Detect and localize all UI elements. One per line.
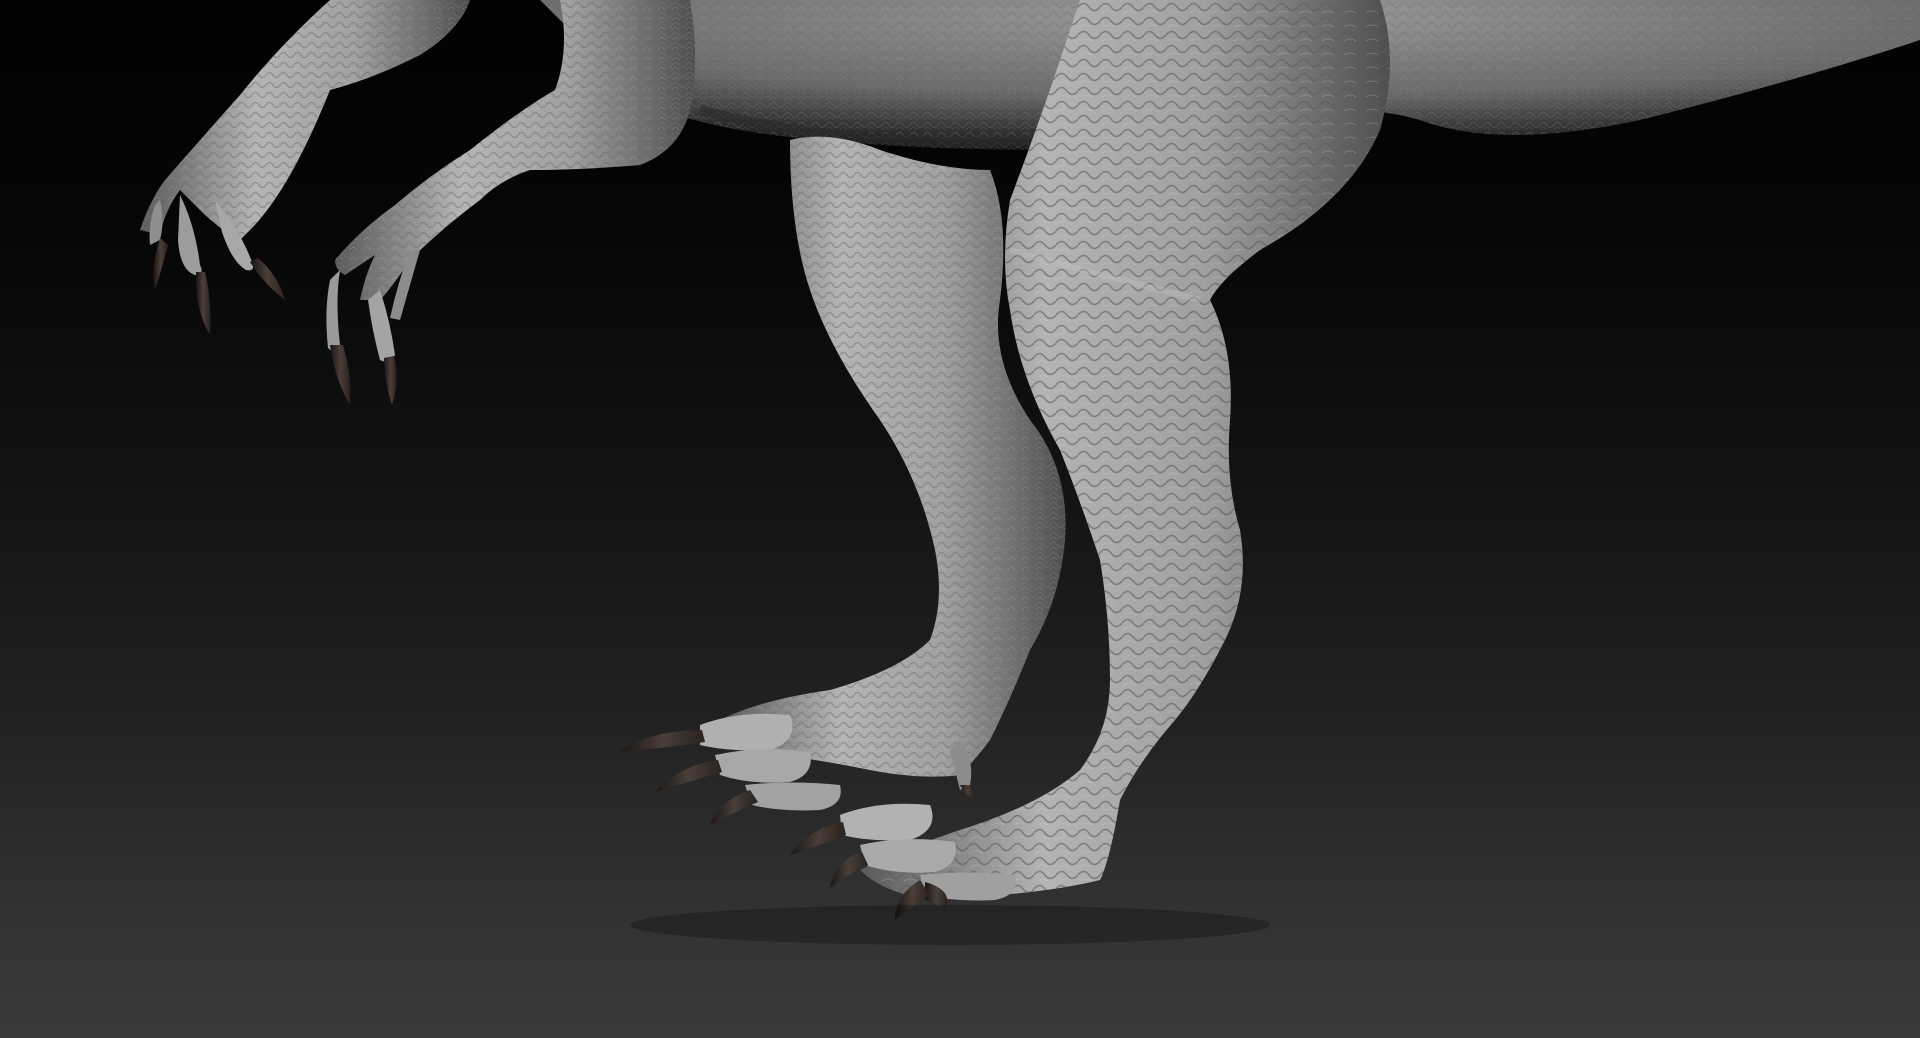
left-arm-claws	[153, 238, 285, 335]
sculpt-viewport[interactable]	[0, 0, 1920, 1038]
ground-shadow	[630, 905, 1270, 945]
dinosaur-sculpt	[140, 0, 1920, 945]
